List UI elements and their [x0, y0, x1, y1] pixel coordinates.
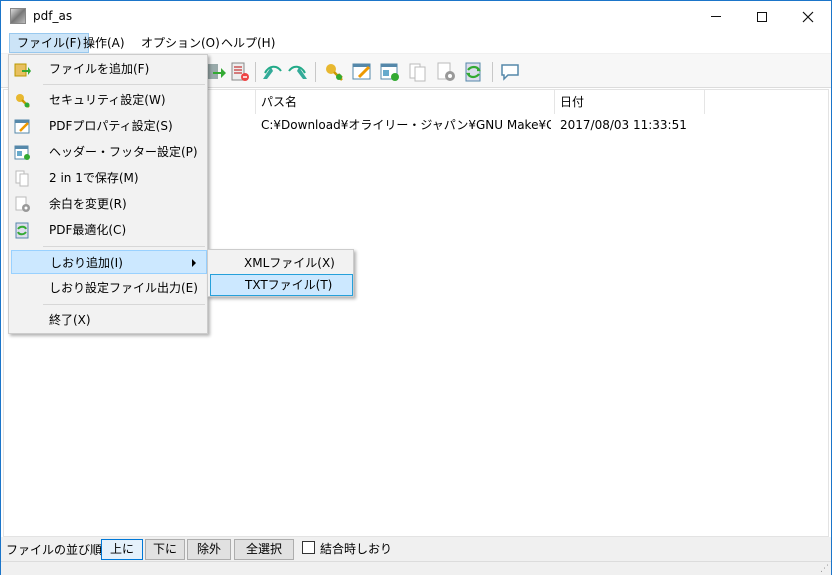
toolbar-header-footer-button[interactable]	[379, 61, 401, 83]
toolbar-two-in-one-button[interactable]	[407, 61, 429, 83]
rotate-right-icon	[288, 65, 307, 79]
menu-separator	[43, 304, 205, 305]
header-footer-icon	[380, 63, 399, 81]
margin-gear-icon	[437, 62, 455, 81]
menu-help[interactable]: ヘルプ(H)	[214, 33, 282, 53]
toolbar-rotate-right-button[interactable]	[287, 61, 309, 83]
row-date-cell[interactable]: 2017/08/03 11:33:51	[560, 116, 700, 134]
toolbar-security-button[interactable]	[323, 61, 345, 83]
select-all-button[interactable]: 全選択	[234, 539, 294, 560]
key-icon	[16, 94, 30, 108]
menu-item-pdf-properties[interactable]: PDFプロパティ設定(S)	[11, 114, 207, 138]
move-up-button[interactable]: 上に	[101, 539, 143, 560]
remove-list-icon	[231, 62, 249, 81]
menu-operation[interactable]: 操作(A)	[76, 33, 132, 53]
properties-icon	[14, 119, 30, 134]
two-in-one-icon	[409, 63, 426, 82]
menu-item-change-margin[interactable]: 余白を変更(R)	[11, 192, 207, 216]
header-footer-icon	[14, 145, 30, 160]
minimize-button[interactable]	[693, 1, 739, 32]
menu-item-export-bookmark-settings[interactable]: しおり設定ファイル出力(E)	[11, 276, 207, 300]
file-menu-dropdown: ファイルを追加(F) セキュリティ設定(W) PDFプロパティ設定(S) ヘッダ…	[8, 54, 208, 334]
close-icon	[802, 11, 814, 22]
toolbar-optimize-button[interactable]	[463, 61, 485, 83]
toolbar-move-right-button[interactable]	[205, 61, 227, 83]
close-button[interactable]	[785, 1, 831, 32]
menu-item-exit[interactable]: 終了(X)	[11, 308, 207, 332]
menu-options[interactable]: オプション(O)	[134, 33, 227, 53]
resize-grip-icon[interactable]: ⋰	[820, 564, 829, 574]
maximize-button[interactable]	[739, 1, 785, 32]
minimize-icon	[711, 16, 721, 17]
remove-button[interactable]: 除外	[187, 539, 231, 560]
add-file-icon	[14, 63, 31, 77]
title-bar: pdf_as	[1, 1, 831, 32]
column-header-date[interactable]: 日付	[555, 90, 705, 114]
move-down-button[interactable]: 下に	[145, 539, 185, 560]
menu-item-header-footer[interactable]: ヘッダー・フッター設定(P)	[11, 140, 207, 164]
speech-bubble-icon	[501, 64, 519, 81]
submenu-arrow-icon	[192, 259, 196, 267]
row-path-cell[interactable]: C:¥Download¥オライリー・ジャパン¥GNU Make¥GNU Ma..…	[261, 116, 551, 134]
column-header-path[interactable]: パス名	[256, 90, 555, 114]
menu-item-two-in-one[interactable]: 2 in 1で保存(M)	[11, 166, 207, 190]
status-bar: ⋰	[1, 561, 831, 575]
sort-order-label: ファイルの並び順:	[6, 543, 107, 557]
menu-item-optimize[interactable]: PDF最適化(C)	[11, 218, 207, 242]
toolbar-separator	[492, 62, 493, 82]
bookmark-on-merge-label: 結合時しおり	[320, 542, 393, 556]
bottom-controls: ファイルの並び順: 上に 下に 除外 全選択	[1, 537, 831, 561]
menu-bar: ファイル(F) 操作(A) オプション(O) ヘルプ(H)	[1, 32, 831, 54]
submenu-item-xml[interactable]: XMLファイル(X)	[210, 252, 353, 274]
app-window: pdf_as ファイル(F) 操作(A) オプション(O) ヘルプ(H) パス名…	[0, 0, 832, 575]
bookmark-submenu: XMLファイル(X) TXTファイル(T)	[207, 249, 354, 297]
two-in-one-icon	[15, 170, 29, 187]
optimize-icon	[15, 222, 29, 239]
margin-gear-icon	[15, 196, 30, 212]
menu-separator	[43, 246, 205, 247]
submenu-item-txt[interactable]: TXTファイル(T)	[210, 274, 353, 296]
toolbar-rotate-left-button[interactable]	[261, 61, 283, 83]
menu-item-security[interactable]: セキュリティ設定(W)	[11, 88, 207, 112]
menu-item-add-file[interactable]: ファイルを追加(F)	[11, 57, 207, 81]
toolbar-separator	[255, 62, 256, 82]
toolbar-delete-button[interactable]	[229, 61, 251, 83]
bookmark-on-merge-checkbox[interactable]	[302, 541, 315, 554]
optimize-icon	[465, 62, 481, 82]
menu-item-add-bookmark[interactable]: しおり追加(I)	[11, 250, 207, 274]
window-title: pdf_as	[33, 9, 73, 23]
menu-separator	[43, 84, 205, 85]
arrow-right-icon	[207, 64, 226, 79]
toolbar-margin-button[interactable]	[435, 61, 457, 83]
properties-icon	[352, 63, 371, 80]
toolbar-separator	[315, 62, 316, 82]
rotate-left-icon	[263, 65, 282, 79]
app-icon	[10, 8, 26, 24]
toolbar-comment-button[interactable]	[499, 61, 521, 83]
maximize-icon	[757, 11, 767, 22]
toolbar-properties-button[interactable]	[351, 61, 373, 83]
key-icon	[326, 64, 343, 81]
